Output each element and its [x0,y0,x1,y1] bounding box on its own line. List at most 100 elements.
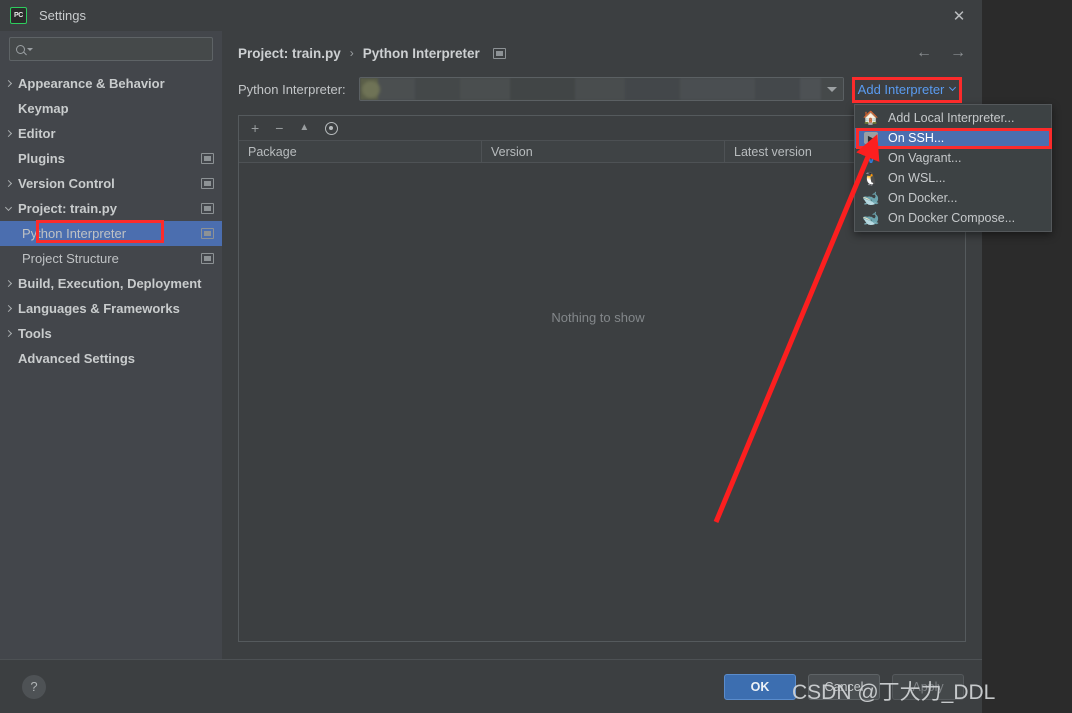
menu-item-on-docker-compose[interactable]: 🐋 On Docker Compose... [855,208,1051,228]
sidebar-item-advanced-settings[interactable]: Advanced Settings [0,346,222,371]
menu-item-label: On Vagrant... [888,151,962,165]
search-icon [16,44,25,54]
menu-item-label: Add Local Interpreter... [888,111,1015,125]
sidebar-item-label: Plugins [18,151,65,166]
chevron-glyph [4,203,13,212]
sidebar-item-languages-frameworks[interactable]: Languages & Frameworks [0,296,222,321]
csdn-watermark: CSDN @丁大力_DDL [792,681,996,704]
settings-dialog: PC Settings ✕ Appearance & Behavior Keyma… [0,0,982,713]
add-interpreter-menu: 🏠 Add Local Interpreter... ▶ On SSH... V On V… [854,104,1052,232]
chevron-right-icon[interactable] [0,79,18,88]
sidebar-item-python-interpreter[interactable]: Python Interpreter [0,221,222,246]
sidebar-item-version-control[interactable]: Version Control [0,171,222,196]
sidebar-item-label: Version Control [18,176,115,191]
project-scope-badge-icon [201,153,214,164]
project-scope-badge-icon [492,47,506,59]
breadcrumb-separator: › [349,46,354,60]
add-interpreter-label: Add Interpreter [857,81,945,97]
chevron-glyph [4,279,13,288]
sidebar-item-label: Project Structure [22,251,119,266]
forward-arrow-icon[interactable]: → [950,45,966,61]
back-arrow-icon[interactable]: ← [916,45,932,61]
chevron-glyph [4,179,13,188]
sidebar-item-label: Build, Execution, Deployment [18,276,202,291]
column-header-version[interactable]: Version [482,141,725,162]
interpreter-value-redacted [359,78,821,100]
sidebar-item-label: Editor [18,126,56,141]
close-icon[interactable]: ✕ [936,0,982,31]
help-button[interactable]: ? [22,674,46,699]
interpreter-label: Python Interpreter: [238,81,346,97]
menu-item-on-vagrant[interactable]: V On Vagrant... [855,148,1051,168]
project-scope-badge-icon [201,178,214,189]
search-input[interactable] [38,42,206,56]
empty-state-text: Nothing to show [551,309,645,325]
search-filter-caret-icon[interactable] [27,47,33,51]
chevron-right-icon[interactable] [0,129,18,138]
menu-item-on-wsl[interactable]: 🐧 On WSL... [855,168,1051,188]
project-scope-badge-icon [201,228,214,239]
home-icon: 🏠 [863,110,879,126]
sidebar-item-project-structure[interactable]: Project Structure [0,246,222,271]
sidebar-item-editor[interactable]: Editor [0,121,222,146]
sidebar-item-keymap[interactable]: Keymap [0,96,222,121]
menu-item-label: On WSL... [888,171,946,185]
eye-icon[interactable] [325,121,339,135]
menu-item-label: On SSH... [888,131,945,145]
window-title: Settings [39,8,86,23]
sidebar-item-appearance-behavior[interactable]: Appearance & Behavior [0,71,222,96]
packages-table-body: Nothing to show [239,163,965,641]
chevron-right-icon[interactable] [0,329,18,338]
upgrade-package-icon[interactable]: ▲ [299,123,309,133]
sidebar-item-label: Appearance & Behavior [18,76,165,91]
menu-item-label: On Docker Compose... [888,211,1016,225]
chevron-right-icon[interactable] [0,179,18,188]
menu-item-add-local-interpreter[interactable]: 🏠 Add Local Interpreter... [855,108,1051,128]
chevron-down-icon[interactable] [820,78,843,100]
breadcrumb-parent[interactable]: Project: train.py [238,46,341,61]
chevron-right-icon[interactable] [0,304,18,313]
menu-item-on-ssh[interactable]: ▶ On SSH... [855,128,1051,148]
add-interpreter-button[interactable]: Add Interpreter [857,81,957,97]
ssh-terminal-icon: ▶ [864,132,878,144]
home-icon: 🏠 [862,110,880,125]
ok-button[interactable]: OK [724,674,796,700]
menu-item-on-docker[interactable]: 🐋 On Docker... [855,188,1051,208]
remove-package-icon[interactable]: − [275,121,283,135]
title-bar: PC Settings ✕ [0,0,982,31]
sidebar-item-label: Languages & Frameworks [18,301,180,316]
sidebar-item-tools[interactable]: Tools [0,321,222,346]
docker-whale-icon: 🐋 [862,190,880,206]
chevron-glyph [4,329,13,338]
search-container [0,31,222,69]
search-box[interactable] [9,37,213,61]
dialog-body: Appearance & Behavior Keymap Editor Plugins… [0,31,982,659]
chevron-down-icon[interactable] [0,203,18,212]
sidebar-item-project-train-py[interactable]: Project: train.py [0,196,222,221]
sidebar-item-label: Advanced Settings [18,351,136,366]
ssh-terminal-icon: ▶ [863,130,879,146]
interpreter-row: Python Interpreter: Add Interpreter [222,75,982,103]
interpreter-select[interactable] [358,77,844,101]
docker-whale-icon: 🐋 [862,190,880,206]
chevron-glyph [4,304,13,313]
sidebar-item-label: Tools [18,326,52,341]
column-header-package[interactable]: Package [239,141,482,162]
sidebar-item-plugins[interactable]: Plugins [0,146,222,171]
menu-item-label: On Docker... [888,191,958,205]
chevron-glyph [4,129,13,138]
wsl-penguin-icon: 🐧 [862,170,880,186]
chevron-down-icon [949,83,957,92]
add-package-icon[interactable]: + [251,121,259,135]
chevron-right-icon[interactable] [0,279,18,288]
navigation-arrows: ← → [916,37,966,69]
settings-sidebar: Appearance & Behavior Keymap Editor Plugins… [0,31,222,659]
breadcrumb-current: Python Interpreter [362,45,480,61]
docker-compose-icon: 🐋 [862,210,880,226]
docker-compose-icon: 🐋 [862,210,880,226]
vagrant-icon: V [863,150,879,166]
sidebar-item-label: Keymap [18,101,69,116]
sidebar-item-build-execution-deployment[interactable]: Build, Execution, Deployment [0,271,222,296]
settings-tree: Appearance & Behavior Keymap Editor Plugins… [0,69,222,659]
project-scope-badge-icon [201,253,214,264]
